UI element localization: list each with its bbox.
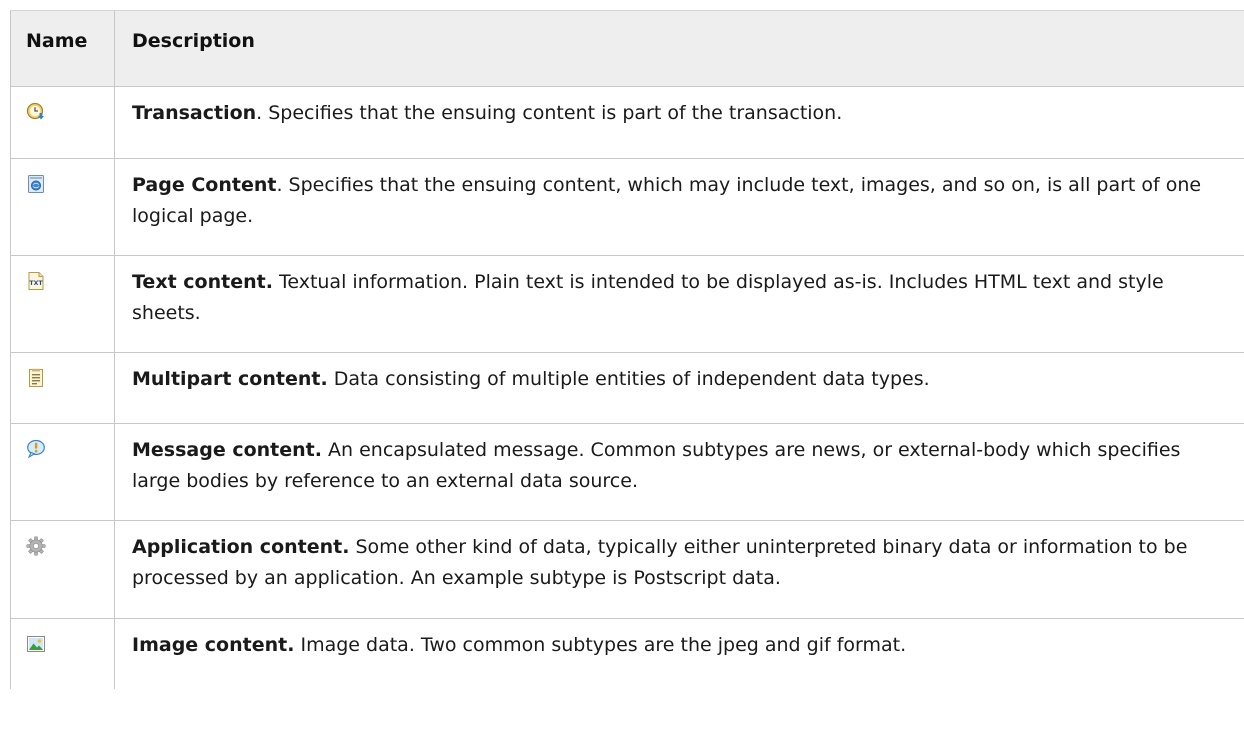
term-label: Transaction [132, 102, 257, 124]
description-cell: Message content. An encapsulated message… [114, 423, 1244, 521]
page-content-icon [26, 174, 46, 194]
multipart-document-icon [26, 368, 46, 388]
header-description: Description [114, 10, 1244, 87]
description-cell: Transaction. Specifies that the ensuing … [114, 86, 1244, 159]
text-file-icon: TXT [26, 271, 46, 291]
table-row: TXT Text content. Textual information. P… [10, 255, 1244, 353]
description-cell: Text content. Textual information. Plain… [114, 255, 1244, 353]
description-text: . Specifies that the ensuing content, wh… [132, 174, 1202, 227]
description-text: Data consisting of multiple entities of … [327, 368, 930, 390]
table-row: Page Content. Specifies that the ensuing… [10, 158, 1244, 256]
table-row: Transaction. Specifies that the ensuing … [10, 86, 1244, 159]
content-types-table: Name Description Transaction. Specifies … [10, 10, 1244, 689]
term-label: Application content. [132, 536, 350, 558]
image-picture-icon [26, 634, 46, 654]
description-cell: Multipart content. Data consisting of mu… [114, 352, 1244, 424]
description-cell: Page Content. Specifies that the ensuing… [114, 158, 1244, 256]
table-row: Message content. An encapsulated message… [10, 423, 1244, 521]
description-cell: Image content. Image data. Two common su… [114, 618, 1244, 689]
name-cell [10, 423, 115, 521]
table-header-row: Name Description [10, 10, 1244, 87]
name-cell [10, 86, 115, 159]
application-gear-icon [26, 536, 46, 556]
term-label: Multipart content. [132, 368, 328, 390]
table-row: Application content. Some other kind of … [10, 520, 1244, 619]
term-label: Text content. [132, 271, 273, 293]
name-cell [10, 520, 115, 619]
name-cell: TXT [10, 255, 115, 353]
name-cell [10, 618, 115, 689]
description-text: Image data. Two common subtypes are the … [294, 634, 907, 656]
header-name: Name [10, 10, 115, 87]
svg-text:TXT: TXT [29, 280, 43, 287]
name-cell [10, 158, 115, 256]
message-bubble-icon [26, 439, 46, 459]
term-label: Image content. [132, 634, 295, 656]
name-cell [10, 352, 115, 424]
table-row: Multipart content. Data consisting of mu… [10, 352, 1244, 424]
term-label: Message content. [132, 439, 322, 461]
transaction-clock-icon [26, 102, 46, 122]
term-label: Page Content [132, 174, 277, 196]
description-text: . Specifies that the ensuing content is … [256, 102, 843, 124]
description-cell: Application content. Some other kind of … [114, 520, 1244, 619]
table-row: Image content. Image data. Two common su… [10, 618, 1244, 689]
description-text: Textual information. Plain text is inten… [132, 271, 1164, 324]
